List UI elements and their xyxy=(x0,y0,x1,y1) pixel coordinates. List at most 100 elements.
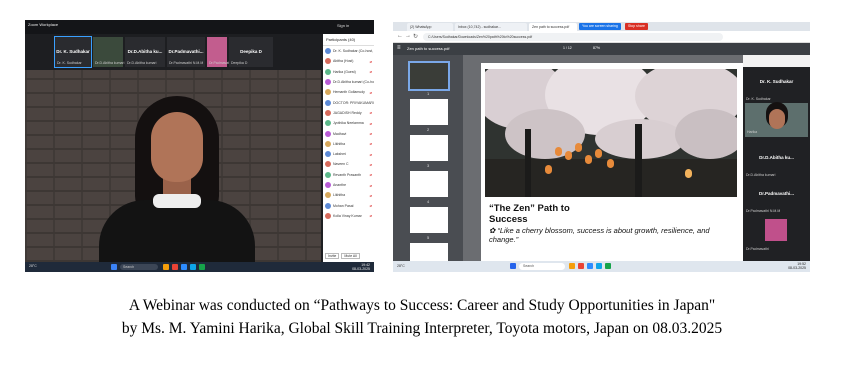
page-thumbnail[interactable] xyxy=(408,61,450,91)
participant-row[interactable]: Dr. K. Sudhakar (Co-host, me)⌀ xyxy=(323,46,374,56)
excel-icon[interactable] xyxy=(605,263,611,269)
avatar xyxy=(325,182,331,188)
tile-name: Dr.D.Abitha ku... xyxy=(127,49,163,54)
participant-sub: Harika xyxy=(747,130,758,134)
invite-button[interactable]: Invite xyxy=(325,253,340,259)
participant-name: Mohan Pasal xyxy=(333,203,354,208)
edge-icon[interactable] xyxy=(596,263,602,269)
avatar xyxy=(325,202,331,209)
page-indicator[interactable]: 1 / 12 xyxy=(563,46,572,50)
participant-name: Ananthe xyxy=(333,183,347,187)
participant-row[interactable]: Kolla Vinay Kumar ⌀ xyxy=(323,211,374,221)
start-icon[interactable] xyxy=(510,263,516,269)
participant-row[interactable]: Mohan Pasal ⌀ xyxy=(323,200,374,210)
tab-inbox[interactable]: Inbox (10,742) - sudhakar... xyxy=(455,23,527,31)
video-tile[interactable]: Dr. K. Sudhakar Dr. K. Sudhakar xyxy=(54,36,92,68)
participant-row[interactable]: Likhitha ⌀ xyxy=(323,139,374,149)
taskbar-clock: 19:42 08-03-2025 xyxy=(352,263,370,271)
page-thumbnail[interactable] xyxy=(410,207,448,233)
avatar xyxy=(325,79,331,86)
tile-sub: Deepika D xyxy=(231,61,248,65)
video-tile[interactable]: Deepika D Deepika D xyxy=(229,37,273,67)
url-field[interactable]: C:/Users/Sudhakar/Downloads/Zen%20path%2… xyxy=(423,33,723,41)
mute-all-button[interactable]: Mute All xyxy=(341,253,360,259)
pdf-toolbar: ≡ Zen path to success.pdf 1 / 12 87% xyxy=(393,43,810,55)
zoom-icon[interactable] xyxy=(587,263,593,269)
taskbar-search[interactable]: Search xyxy=(120,264,158,270)
thumbnail-sidebar: 1 2 3 4 5 xyxy=(393,55,463,261)
edge-icon[interactable] xyxy=(190,264,196,270)
participant-name: Kolla Vinay Kumar xyxy=(333,213,362,218)
video-tile[interactable]: Dr.Padmavathi xyxy=(207,37,232,67)
weather-text: 28°C xyxy=(397,264,405,268)
tab-pdf[interactable]: Zen path to success.pdf xyxy=(529,23,577,31)
page-thumbnail[interactable] xyxy=(410,99,448,125)
participant-row[interactable]: Jyothika Neelamma ⌀ xyxy=(323,118,374,128)
sign-in-link[interactable]: Sign in xyxy=(337,23,349,28)
page-thumbnail[interactable] xyxy=(410,171,448,197)
zoom-icon[interactable] xyxy=(181,264,187,270)
participant-row[interactable]: Lakshmi ⌀ xyxy=(323,149,374,159)
video-tile[interactable]: Dr.D.Abitha ku... Dr.D.Abitha kumari xyxy=(125,37,165,67)
avatar xyxy=(325,161,331,168)
tab-whatsapp[interactable]: (2) WhatsApp xyxy=(407,23,453,31)
excel-icon[interactable] xyxy=(199,264,205,270)
pdf-title: Zen path to success.pdf xyxy=(407,46,450,51)
thumb-number: 1 xyxy=(427,91,430,96)
participant-row[interactable]: Dr.D.Abitha kumari (Co-host)⌀ xyxy=(323,77,374,87)
participant-name: Revanth Prasanth xyxy=(333,172,362,177)
participant-row[interactable]: Abitha (Host) ⌀ xyxy=(323,56,374,66)
chrome-icon[interactable] xyxy=(578,263,584,269)
participant-row[interactable]: Madhavi ⌀ xyxy=(323,128,374,138)
participant-name: Dr. K. Sudhakar xyxy=(759,79,794,84)
explorer-icon[interactable] xyxy=(163,264,169,270)
participant-name: Dr.D.Abitha ku... xyxy=(759,155,794,160)
muted-mic-icon[interactable]: ⌀ xyxy=(370,110,372,115)
muted-mic-icon[interactable]: ⌀ xyxy=(370,121,372,126)
start-icon[interactable] xyxy=(111,264,117,270)
participant-name: Naveen C xyxy=(333,162,349,167)
participant-row[interactable]: Harika (Guest) ⌀ xyxy=(323,67,374,77)
muted-mic-icon[interactable]: ⌀ xyxy=(370,203,372,208)
muted-mic-icon[interactable]: ⌀ xyxy=(370,90,372,95)
muted-mic-icon[interactable]: ⌀ xyxy=(370,162,372,167)
participant-row[interactable]: Revanth Prasanth ⌀ xyxy=(323,170,374,180)
participant-row[interactable]: Likhitha ⌀ xyxy=(323,190,374,200)
tile-sub: Dr. K. Sudhakar xyxy=(57,61,82,65)
muted-mic-icon[interactable]: ⌀ xyxy=(370,69,372,74)
muted-mic-icon[interactable]: ⌀ xyxy=(370,131,372,136)
zoom-level[interactable]: 87% xyxy=(593,46,600,50)
participant-row[interactable]: JAGADISH Reddy ⌀ xyxy=(323,108,374,118)
muted-mic-icon[interactable]: ⌀ xyxy=(370,152,372,157)
participant-name: Hemanth Gollamudy xyxy=(333,90,365,95)
video-tile[interactable]: Dr.D.Abitha kumari xyxy=(93,37,125,67)
video-tile[interactable]: Dr.Padmavathi... Dr.Padmavathi N.M.M xyxy=(167,37,205,67)
avatar xyxy=(325,151,331,158)
menu-icon[interactable]: ≡ xyxy=(397,45,401,51)
muted-mic-icon[interactable]: ⌀ xyxy=(370,172,372,177)
tile-sub: Dr.D.Abitha kumari xyxy=(95,61,125,65)
muted-mic-icon[interactable]: ⌀ xyxy=(370,183,372,188)
stop-share-button[interactable]: Stop share xyxy=(625,23,648,30)
muted-mic-icon[interactable]: ⌀ xyxy=(370,193,372,198)
avatar xyxy=(325,89,331,96)
muted-mic-icon[interactable]: ⌀ xyxy=(370,59,372,64)
muted-mic-icon[interactable]: ⌀ xyxy=(370,141,372,146)
explorer-icon[interactable] xyxy=(569,263,575,269)
chrome-icon[interactable] xyxy=(172,264,178,270)
participant-row[interactable]: Ananthe ⌀ xyxy=(323,180,374,190)
participant-name: Dr.D.Abitha kumari (Co-host) xyxy=(333,80,374,85)
page-thumbnail[interactable] xyxy=(410,135,448,161)
page-thumbnail[interactable] xyxy=(410,243,448,261)
muted-mic-icon[interactable]: ⌀ xyxy=(370,213,372,218)
reload-icon[interactable]: ↻ xyxy=(413,33,418,40)
participants-panel: Participants (40) Dr. K. Sudhakar (Co-ho… xyxy=(323,34,374,262)
back-icon[interactable]: ← xyxy=(397,33,403,39)
participant-row[interactable]: Hemanth Gollamudy ⌀ xyxy=(323,87,374,97)
taskbar-search[interactable]: Search xyxy=(519,263,565,270)
participant-row[interactable]: DOCTOR: PRIYAKUMARI⌀ xyxy=(323,97,374,107)
forward-icon[interactable]: → xyxy=(405,33,411,39)
participant-row[interactable]: Naveen C ⌀ xyxy=(323,159,374,169)
tile-name: Dr. K. Sudhakar xyxy=(56,49,90,54)
avatar-image xyxy=(765,219,787,241)
